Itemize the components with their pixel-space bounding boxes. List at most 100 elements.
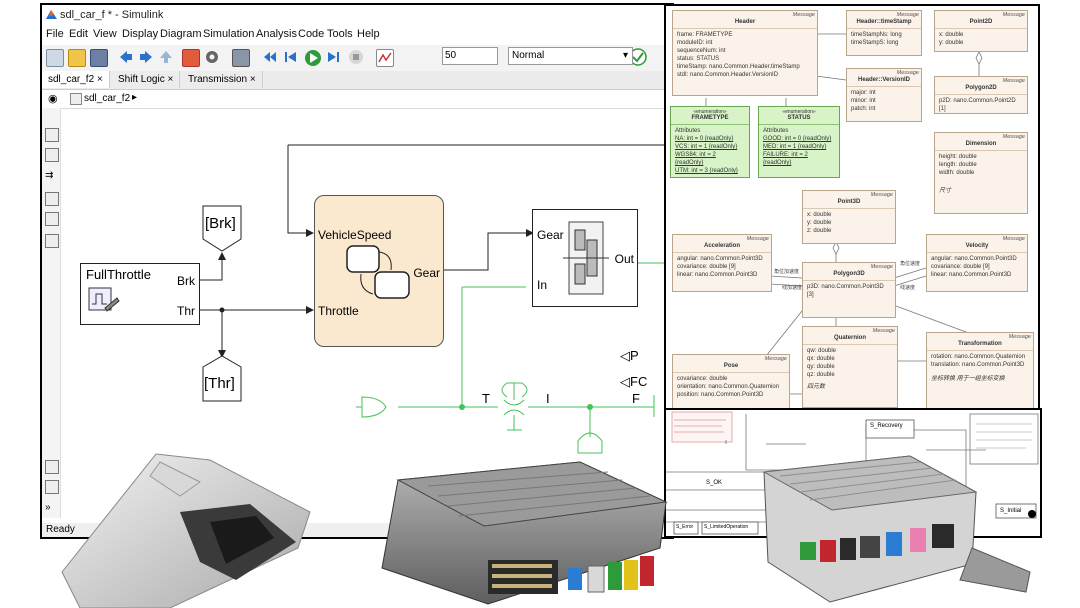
attr: orientation: nano.Common.Quaternion: [677, 384, 780, 390]
uml-enum-status[interactable]: «enumeration» STATUS Attributes GOOD: in…: [758, 106, 840, 178]
uml-class-transformation[interactable]: Message Transformation rotation: nano.Co…: [926, 332, 1034, 410]
port-tag: P: [630, 348, 639, 363]
enum-name: FRAMETYPE: [691, 115, 729, 121]
attr: UTM: int = 3 {readOnly}: [675, 168, 738, 174]
attr: frame: FRAMETYPE: [677, 32, 733, 38]
attr: covariance: double [9]: [931, 264, 990, 270]
attr: p2D: nano.Common.Point2D [1]: [939, 98, 1016, 112]
uml-class-velocity[interactable]: Message Velocity angular: nano.Common.Po…: [926, 234, 1028, 292]
attr: qz: double: [807, 372, 835, 378]
class-attributes: frame: FRAMETYPE moduleID: int sequenceN…: [673, 28, 817, 81]
shift-logic-chart[interactable]: VehicleSpeed Gear Throttle: [314, 195, 444, 347]
attr: length: double: [939, 162, 977, 168]
enum-attributes: Attributes GOOD: int = 0 {readOnly} MED:…: [759, 124, 839, 169]
attr: qx: double: [807, 356, 835, 362]
class-attributes: timeStampNs: long timeStampS: long: [847, 28, 921, 49]
attributes-label: Attributes: [763, 128, 789, 134]
uml-class-timestamp[interactable]: Message Header::timeStamp timeStampNs: l…: [846, 10, 922, 56]
full-throttle-block[interactable]: FullThrottle Brk Thr: [80, 263, 200, 325]
attr: timeStamp: nano.Common.Header.timeStamp: [677, 64, 800, 70]
class-note: 四元数: [807, 384, 826, 390]
stateflow-icon: [346, 245, 410, 299]
attr: qw: double: [807, 348, 837, 354]
class-name: Quaternion: [833, 335, 866, 341]
port-label: Gear: [413, 266, 440, 280]
uml-class-quaternion[interactable]: Message Quaternion qw: double qx: double…: [802, 326, 898, 408]
attr: MED: int = 1 {readOnly}: [763, 144, 827, 150]
port-t-label: T: [482, 391, 490, 406]
class-attributes: angular: nano.Common.Point3D covariance:…: [673, 252, 771, 281]
port-label: In: [537, 278, 548, 292]
class-attributes: x: double y: double: [935, 28, 1027, 49]
attr: WGS84: int = 2 {readOnly}: [675, 152, 716, 166]
port-f-label: F: [632, 391, 640, 406]
uml-class-point3d[interactable]: Message Point3D x: double y: double z: d…: [802, 190, 896, 244]
attr: x: double: [939, 32, 964, 38]
stereotype: Message: [870, 264, 893, 270]
class-name: Header: [734, 19, 756, 25]
stereotype: Message: [1002, 78, 1025, 84]
uml-class-polygon3d[interactable]: Message Polygon3D p3D: nano.Common.Point…: [802, 262, 896, 318]
state-label[interactable]: S_LimitedOperation: [704, 524, 748, 530]
class-attributes: height: double length: double width: dou…: [935, 150, 1027, 197]
attr: covariance: double: [677, 376, 728, 382]
attr: timeStampS: long: [851, 40, 899, 46]
uml-class-diagram: 角位加速度 线加速度 角位速度 线速度 Message Header frame…: [664, 4, 1040, 412]
uml-class-polygon2d[interactable]: Message Polygon2D p2D: nano.Common.Point…: [934, 76, 1028, 114]
attr: covariance: double [9]: [677, 264, 736, 270]
attr: minor: int: [851, 98, 876, 104]
goto-thr-block[interactable]: [Thr]: [202, 355, 242, 403]
class-attributes: p2D: nano.Common.Point2D [1]: [935, 94, 1027, 115]
uml-class-acceleration[interactable]: Message Acceleration angular: nano.Commo…: [672, 234, 772, 292]
attr: NA: int = 0 {readOnly}: [675, 136, 734, 142]
attr: z: double: [807, 228, 832, 234]
uml-class-point2d[interactable]: Message Point2D x: double y: double: [934, 10, 1028, 52]
attributes-label: Attributes: [675, 128, 701, 134]
block-title: FullThrottle: [86, 267, 152, 282]
attr: linear: nano.Common.Point3D: [677, 272, 758, 278]
port-label: Out: [614, 252, 634, 266]
class-attributes: major: int minor: int patch: int: [847, 86, 921, 115]
stereotype: Message: [1002, 12, 1025, 18]
attr: width: double: [939, 170, 975, 176]
attr: linear: nano.Common.Point3D: [931, 272, 1012, 278]
stereotype: Message: [1008, 334, 1031, 340]
stereotype: Message: [792, 12, 815, 18]
uml-class-pose[interactable]: Message Pose covariance: double orientat…: [672, 354, 790, 410]
state-label[interactable]: S_OK: [706, 480, 722, 486]
uml-class-dimension[interactable]: Message Dimension height: double length:…: [934, 132, 1028, 214]
goto-brk-block[interactable]: [Brk]: [202, 205, 242, 253]
stereotype: Message: [746, 236, 769, 242]
autonomous-controller-image: [762, 455, 1031, 603]
stereotype: Message: [870, 192, 893, 198]
class-attributes: rotation: nano.Common.Quaternion transla…: [927, 350, 1033, 385]
attr: y: double: [939, 40, 964, 46]
uml-class-header[interactable]: Message Header frame: FRAMETYPE moduleID…: [672, 10, 818, 96]
class-name: Header::timeStamp: [856, 19, 912, 25]
class-attributes: covariance: double orientation: nano.Com…: [673, 372, 789, 401]
attr: patch: int: [851, 106, 876, 112]
transmission-block[interactable]: Gear In Out: [532, 209, 638, 307]
state-label[interactable]: S_Error: [676, 524, 693, 530]
attr: angular: nano.Common.Point3D: [677, 256, 763, 262]
class-name: Velocity: [965, 243, 989, 249]
state-label[interactable]: S_Recovery: [870, 423, 903, 429]
class-name: Polygon3D: [833, 271, 865, 277]
class-name: Transformation: [958, 341, 1002, 347]
class-attributes: qw: double qx: double qy: double qz: dou…: [803, 344, 897, 393]
class-attributes: angular: nano.Common.Point3D covariance:…: [927, 252, 1027, 281]
attr: y: double: [807, 220, 832, 226]
uml-enum-frametype[interactable]: «enumeration» FRAMETYPE Attributes NA: i…: [670, 106, 750, 178]
port-fc-label: ◁FC: [620, 374, 648, 389]
port-label: Throttle: [318, 304, 359, 318]
attr: p3D: nano.Common.Point3D [3]: [807, 284, 884, 298]
attr: x: double: [807, 212, 832, 218]
attr: translation: nano.Common.Point3D: [931, 362, 1025, 368]
enum-name: STATUS: [787, 115, 811, 121]
stereotype: Message: [1002, 236, 1025, 242]
edge-label: 角位速度: [900, 261, 921, 267]
attr: timeStampNs: long: [851, 32, 902, 38]
uml-class-versionid[interactable]: Message Header::VersionID major: int min…: [846, 68, 922, 122]
attr: GOOD: int = 0 {readOnly}: [763, 136, 832, 142]
attr: angular: nano.Common.Point3D: [931, 256, 1017, 262]
